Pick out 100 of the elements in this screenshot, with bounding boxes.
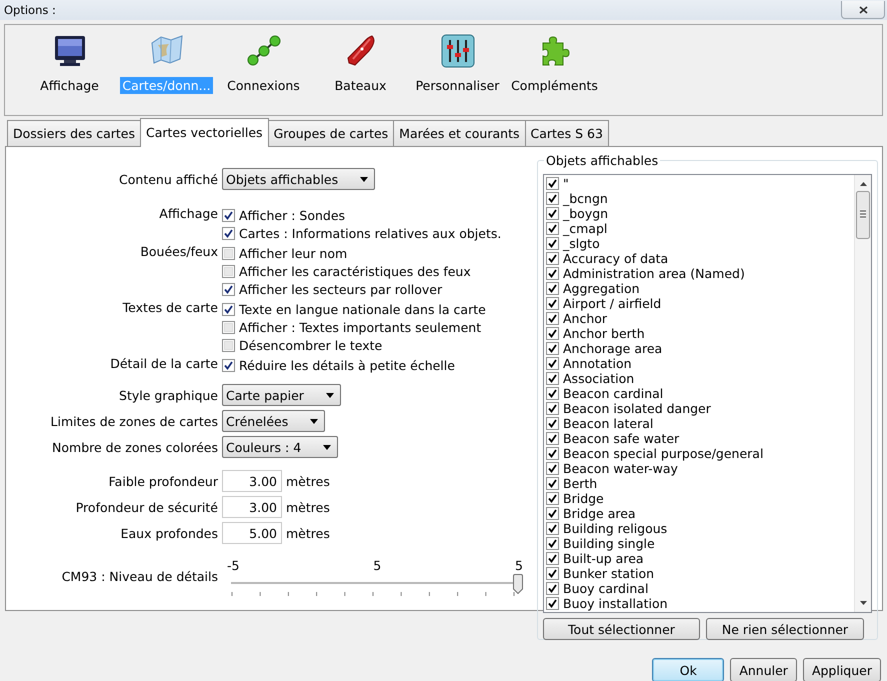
tab[interactable]: Groupes de cartes: [268, 120, 394, 146]
tab[interactable]: Cartes S 63: [524, 120, 609, 146]
list-item[interactable]: Anchor: [563, 311, 608, 326]
toolbar-item[interactable]: Compléments: [509, 77, 600, 94]
checkbox[interactable]: [222, 264, 235, 278]
list-item[interactable]: Beacon safe water: [563, 431, 680, 446]
checkbox[interactable]: [546, 357, 559, 370]
list-item[interactable]: Beacon water-way: [563, 461, 678, 476]
list-item[interactable]: Beacon isolated danger: [563, 401, 711, 416]
list-item[interactable]: Beacon special purpose/general: [563, 446, 764, 461]
toolbar-item[interactable]: Affichage: [38, 77, 101, 94]
checkbox[interactable]: [546, 582, 559, 595]
list-item[interactable]: ": [563, 176, 569, 191]
dropdown[interactable]: Objets affichables: [222, 168, 376, 190]
toolbar-item[interactable]: Personnaliser: [414, 77, 502, 94]
list-item[interactable]: Buoy installation: [563, 596, 668, 611]
toolbar-item[interactable]: Connexions: [225, 77, 302, 94]
list-item[interactable]: Anchorage area: [563, 341, 662, 356]
checkbox[interactable]: [546, 237, 559, 250]
tab[interactable]: Dossiers des cartes: [7, 120, 141, 146]
list-item[interactable]: Accuracy of data: [563, 251, 668, 266]
checkbox[interactable]: [222, 302, 235, 316]
list-item[interactable]: _slgto: [563, 236, 600, 251]
checkbox[interactable]: [546, 192, 559, 205]
list-item[interactable]: Building religous: [563, 521, 668, 536]
checkbox[interactable]: [546, 522, 559, 535]
number-field[interactable]: 3.00: [222, 470, 282, 492]
checkbox[interactable]: [546, 447, 559, 460]
checkbox[interactable]: [546, 537, 559, 550]
checkbox[interactable]: [546, 207, 559, 220]
checkbox[interactable]: [222, 282, 235, 296]
checkbox[interactable]: [546, 222, 559, 235]
slider-thumb[interactable]: [513, 574, 523, 594]
list-item[interactable]: Built-up area: [563, 551, 644, 566]
checkbox[interactable]: [546, 177, 559, 190]
list-item[interactable]: Association: [563, 371, 634, 386]
list-item[interactable]: Administration area (Named): [563, 266, 745, 281]
checkbox-label: Afficher les secteurs par rollover: [239, 282, 442, 296]
list-item[interactable]: Bridge: [563, 491, 604, 506]
checkbox[interactable]: [546, 597, 559, 610]
checkbox-label: Afficher : Textes importants seulement: [239, 320, 482, 334]
checkbox[interactable]: [546, 507, 559, 520]
list-item[interactable]: Buoy cardinal: [563, 581, 648, 596]
toolbar-item[interactable]: Bateaux: [332, 77, 388, 94]
list-item[interactable]: Beacon cardinal: [563, 386, 664, 401]
checkbox[interactable]: [546, 387, 559, 400]
list-item[interactable]: Annotation: [563, 356, 632, 371]
dialog-button[interactable]: Annuler: [730, 658, 797, 681]
scale-label: 5: [515, 558, 523, 572]
tab[interactable]: Marées et courants: [393, 120, 526, 146]
checkbox-label: Afficher les caractéristiques des feux: [239, 264, 471, 278]
select-button[interactable]: Tout sélectionner: [543, 618, 700, 640]
list-item[interactable]: Anchor berth: [563, 326, 645, 341]
number-field[interactable]: 5.00: [222, 522, 282, 544]
caret-icon: [310, 418, 318, 424]
checkbox[interactable]: [222, 358, 235, 372]
checkbox[interactable]: [222, 320, 235, 334]
list-item[interactable]: Building single: [563, 536, 655, 551]
field-label: Eaux profondes: [120, 526, 218, 540]
checkbox[interactable]: [546, 312, 559, 325]
checkbox[interactable]: [546, 462, 559, 475]
checkbox[interactable]: [546, 267, 559, 280]
checkbox[interactable]: [546, 552, 559, 565]
close-button[interactable]: [841, 1, 885, 19]
list-item[interactable]: Bunker station: [563, 566, 654, 581]
checkbox[interactable]: [546, 372, 559, 385]
list-item[interactable]: _cmapl: [563, 221, 608, 236]
checkbox[interactable]: [222, 226, 235, 240]
list-item[interactable]: Airport / airfield: [563, 296, 662, 311]
number-field[interactable]: 3.00: [222, 496, 282, 518]
close-icon: [858, 6, 868, 14]
checkbox[interactable]: [546, 282, 559, 295]
dialog-button[interactable]: Appliquer: [802, 658, 881, 681]
checkbox[interactable]: [546, 477, 559, 490]
checkbox-label: Afficher leur nom: [239, 246, 348, 260]
checkbox[interactable]: [222, 208, 235, 222]
checkbox[interactable]: [222, 338, 235, 352]
checkbox[interactable]: [546, 327, 559, 340]
checkbox[interactable]: [546, 432, 559, 445]
scrollbar[interactable]: [854, 175, 871, 612]
checkbox[interactable]: [222, 246, 235, 260]
dialog-button[interactable]: Ok: [652, 658, 724, 681]
dropdown[interactable]: Carte papier: [222, 384, 341, 406]
list-item[interactable]: Aggregation: [563, 281, 640, 296]
checkbox[interactable]: [546, 402, 559, 415]
list-item[interactable]: _bcngn: [563, 191, 608, 206]
checkbox[interactable]: [546, 492, 559, 505]
list-item[interactable]: _boygn: [563, 206, 608, 221]
dropdown[interactable]: Couleurs : 4: [222, 436, 338, 458]
checkbox[interactable]: [546, 297, 559, 310]
list-item[interactable]: Bridge area: [563, 506, 636, 521]
checkbox[interactable]: [546, 252, 559, 265]
checkbox[interactable]: [546, 567, 559, 580]
tab[interactable]: Cartes vectorielles: [140, 118, 269, 147]
list-item[interactable]: Beacon lateral: [563, 416, 654, 431]
dropdown[interactable]: Crénelées: [222, 410, 326, 432]
checkbox[interactable]: [546, 342, 559, 355]
select-button[interactable]: Ne rien sélectionner: [706, 618, 864, 640]
checkbox[interactable]: [546, 417, 559, 430]
list-item[interactable]: Berth: [563, 476, 598, 491]
